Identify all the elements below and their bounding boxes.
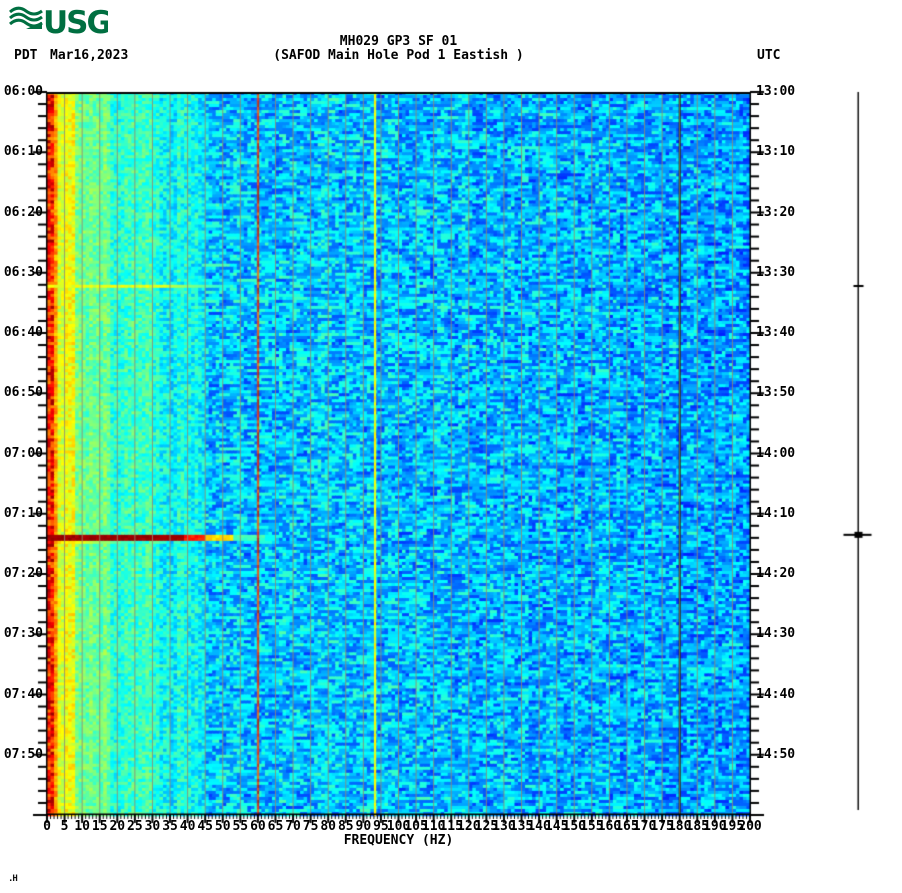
usgs-logo: USGS — [9, 5, 108, 37]
frequency-axis-title: FREQUENCY (HZ) — [343, 833, 454, 848]
usgs-logo-text: USGS — [43, 5, 108, 37]
usgs-spectrogram-page: { "logo": { "text": "USGS", "color": "#0… — [0, 0, 902, 893]
station-title: MH029 GP3 SF 01 — [339, 34, 458, 49]
usgs-wave-icon — [9, 6, 43, 28]
station-subtitle: (SAFOD Main Hole Pod 1 Eastish ) — [273, 48, 524, 63]
timezone-right-label: UTC — [757, 48, 781, 63]
spectrogram-canvas — [0, 0, 902, 893]
footer-mark: .H — [8, 874, 18, 884]
